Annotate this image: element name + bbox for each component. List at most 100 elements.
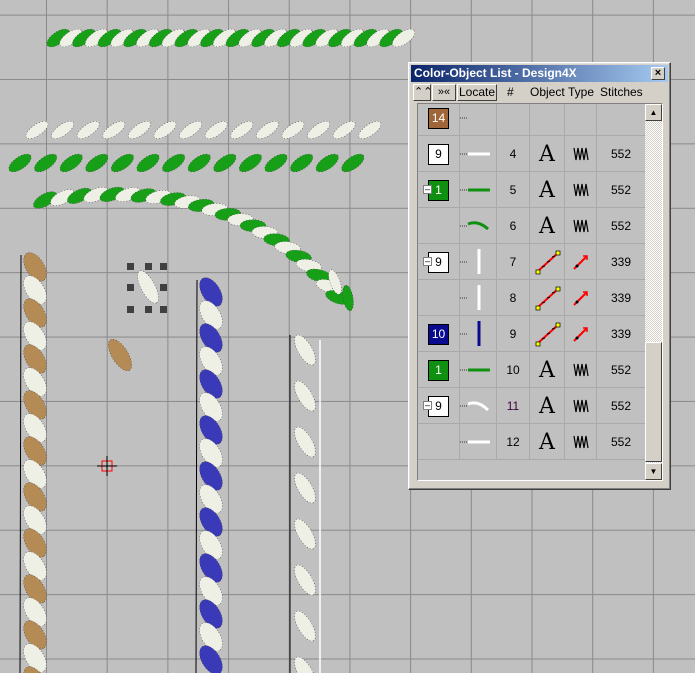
preview-icon	[460, 249, 481, 274]
collapse-toggle[interactable]: –	[423, 401, 432, 410]
white-leaf	[294, 472, 316, 504]
preview-icon	[460, 152, 490, 156]
running-stitch-icon	[572, 255, 588, 270]
expand-all-button[interactable]: »«	[432, 84, 456, 101]
stitch-preview	[460, 172, 497, 208]
header-stitches: Stitches	[600, 85, 643, 99]
list-row[interactable]: 10 9 339	[418, 316, 646, 352]
list-row[interactable]: 1– 5 A 552	[418, 172, 646, 208]
running-stitch-icon	[572, 327, 588, 342]
color-swatch[interactable]: 10	[428, 323, 449, 345]
satin-stitch-icon	[572, 147, 589, 161]
preview-icon	[460, 368, 490, 372]
green-stitch	[59, 153, 83, 173]
run-object-icon	[535, 322, 561, 347]
white-leaf	[294, 380, 316, 412]
preview-icon	[460, 321, 481, 346]
stitch-preview	[460, 316, 497, 352]
white-stitch	[51, 121, 74, 139]
selection-handle	[160, 263, 167, 270]
object-number: 4	[509, 147, 517, 161]
green-stitch	[85, 153, 109, 173]
stitch-preview	[460, 388, 497, 424]
preview-icon	[460, 440, 490, 444]
vertical-scrollbar[interactable]: ▲ ▼	[645, 104, 662, 480]
list-row[interactable]: 1 10 A 552	[418, 352, 646, 388]
list-row[interactable]: 8 339	[418, 280, 646, 316]
stitch-count: 552	[610, 219, 632, 233]
stitch-count: 552	[610, 435, 632, 449]
color-swatch[interactable]: 9	[428, 143, 449, 165]
locate-button[interactable]: Locate	[457, 84, 497, 101]
selection-handle	[127, 284, 134, 291]
white-stitch	[230, 121, 254, 139]
stitch-count: 552	[610, 147, 632, 161]
stitch-count: 552	[610, 183, 632, 197]
list-row[interactable]: 14	[418, 104, 646, 136]
satin-stitch-icon	[572, 363, 589, 377]
color-swatch[interactable]: 1	[428, 359, 449, 381]
object-number: 8	[509, 291, 517, 305]
list-row[interactable]: 12 A 552	[418, 424, 646, 460]
selection-handle	[127, 306, 134, 313]
scroll-down-button[interactable]: ▼	[645, 463, 662, 480]
preview-icon	[460, 221, 490, 231]
rope-edge	[195, 279, 198, 673]
selection-handle	[160, 284, 167, 291]
color-cell: 9–	[418, 388, 460, 424]
stitch-preview	[460, 244, 497, 280]
title-bar[interactable]: Color-Object List - Design4X ×	[411, 65, 668, 82]
green-stitch	[290, 153, 314, 173]
selection-handle	[127, 263, 134, 270]
preview-icon	[460, 117, 468, 119]
list-row[interactable]: 9– 11 A 552	[418, 388, 646, 424]
color-cell	[418, 280, 460, 316]
text-object-icon: A	[539, 429, 555, 455]
green-stitch	[315, 153, 339, 173]
green-stitch	[110, 153, 134, 173]
preview-icon	[460, 285, 481, 310]
scroll-up-button[interactable]: ▲	[645, 104, 662, 121]
green-stitch	[162, 153, 186, 173]
stitch-preview	[460, 136, 497, 172]
color-cell: 9–	[418, 244, 460, 280]
stitch-count: 339	[610, 291, 632, 305]
scroll-thumb[interactable]	[645, 342, 662, 462]
close-button[interactable]: ×	[651, 67, 665, 80]
run-object-icon	[535, 286, 561, 311]
satin-stitch-icon	[572, 219, 589, 233]
header-num: #	[507, 85, 514, 99]
white-stitch	[256, 121, 279, 139]
color-cell: 1–	[418, 172, 460, 208]
white-stitch	[179, 121, 202, 139]
stitch-preview	[460, 208, 497, 244]
preview-icon	[460, 188, 490, 192]
stitch-count: 552	[610, 399, 632, 413]
collapse-all-button[interactable]: ⌃⌃	[413, 84, 432, 101]
green-stitch	[264, 153, 288, 173]
stitch-count: 339	[610, 255, 632, 269]
stitch-count: 339	[610, 327, 632, 341]
object-number: 9	[509, 327, 517, 341]
green-stitch	[213, 153, 237, 173]
white-stitch	[332, 121, 356, 139]
green-stitch	[238, 153, 262, 173]
green-stitch	[34, 153, 58, 173]
object-number: 12	[506, 435, 520, 449]
list-row[interactable]: 9– 7 339	[418, 244, 646, 280]
color-swatch[interactable]: 14	[428, 107, 449, 129]
list-row[interactable]: 9 4 A 552	[418, 136, 646, 172]
object-list: 14 9 4 A 552 1– 5 A 552 6 A 552 9– 7 339 8 339 10 9 339 1 10 A…	[417, 103, 663, 481]
collapse-toggle[interactable]: –	[423, 257, 432, 266]
brown-leaf	[108, 338, 132, 372]
selected-leaf	[137, 270, 159, 304]
white-stitch	[76, 121, 100, 139]
white-stitch	[358, 121, 382, 139]
white-leaf	[294, 426, 316, 458]
color-cell	[418, 208, 460, 244]
object-number: 10	[506, 363, 520, 377]
stitch-preview	[460, 104, 497, 136]
color-object-list-window: Color-Object List - Design4X × ⌃⌃ »« Loc…	[408, 62, 671, 490]
collapse-toggle[interactable]: –	[423, 185, 432, 194]
list-row[interactable]: 6 A 552	[418, 208, 646, 244]
